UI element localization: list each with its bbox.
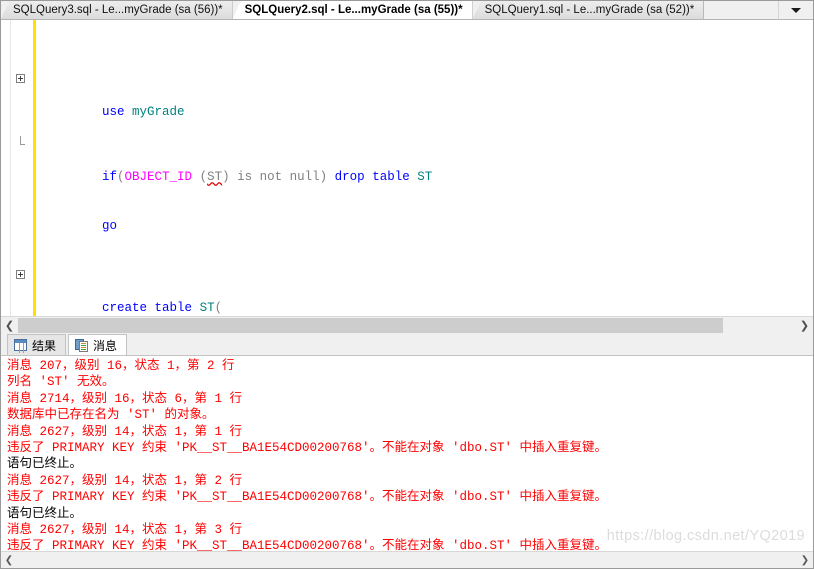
chevron-left-icon[interactable]: ❮ — [1, 553, 17, 568]
tab-results-label: 结果 — [32, 338, 57, 353]
message-line: 违反了 PRIMARY KEY 约束 'PK__ST__BA1E54CD0020… — [7, 490, 608, 505]
tab-messages-label: 消息 — [93, 338, 118, 353]
fold-toggle-icon[interactable] — [16, 270, 25, 280]
chevron-left-icon[interactable]: ❮ — [1, 317, 18, 334]
document-tab-label: SQLQuery2.sql - Le...myGrade (sa (55))* — [244, 4, 463, 16]
fold-toggle-icon[interactable] — [16, 74, 25, 84]
scrollbar-thumb[interactable] — [18, 318, 723, 333]
editor-code-area[interactable]: use myGrade if(OBJECT_ID (ST) is not nul… — [1, 20, 813, 316]
ssms-window: SQLQuery3.sql - Le...myGrade (sa (56))* … — [0, 0, 814, 569]
watermark: https://blog.csdn.net/YQ2019 — [606, 527, 805, 544]
code-line: use myGrade — [1, 71, 813, 119]
results-tab-strip: 结果 消息 — [1, 334, 813, 356]
document-tab-sqlquery3[interactable]: SQLQuery3.sql - Le...myGrade (sa (56))* — [1, 1, 233, 19]
document-tab-label: SQLQuery3.sql - Le...myGrade (sa (56))* — [13, 4, 223, 16]
message-line: 违反了 PRIMARY KEY 约束 'PK__ST__BA1E54CD0020… — [7, 440, 608, 455]
message-line: 消息 207，级别 16，状态 1，第 2 行 — [7, 359, 235, 373]
tab-list-button[interactable] — [778, 1, 813, 19]
code-line: create table ST( — [1, 267, 813, 315]
tab-results[interactable]: 结果 — [7, 334, 67, 355]
message-line: 消息 2627，级别 14，状态 1，第 2 行 — [7, 473, 243, 488]
code-line: if(OBJECT_ID (ST) is not null) drop tabl… — [1, 136, 813, 184]
chevron-right-icon[interactable]: ❯ — [796, 317, 813, 334]
scrollbar-track[interactable] — [18, 317, 796, 334]
messages-pane[interactable]: 消息 207，级别 16，状态 1，第 2 行 列名 'ST' 无效。 消息 2… — [1, 356, 813, 566]
editor-horizontal-scrollbar[interactable]: ❮ ❯ — [1, 316, 813, 334]
tab-messages[interactable]: 消息 — [68, 334, 128, 355]
tab-strip-filler — [704, 1, 778, 19]
code-line: go — [102, 219, 118, 234]
message-line: 语句已终止。 — [7, 506, 83, 521]
sql-editor[interactable]: use myGrade if(OBJECT_ID (ST) is not nul… — [1, 20, 813, 316]
document-tab-label: SQLQuery1.sql - Le...myGrade (sa (52))* — [484, 4, 695, 16]
scrollbar-track[interactable] — [17, 552, 797, 568]
message-line: 列名 'ST' 无效。 — [7, 375, 115, 390]
message-line: 消息 2627，级别 14，状态 1，第 1 行 — [7, 424, 243, 439]
message-line: 消息 2714，级别 16，状态 6，第 1 行 — [7, 391, 243, 406]
grid-icon — [14, 339, 27, 351]
document-tab-sqlquery1[interactable]: SQLQuery1.sql - Le...myGrade (sa (52))* — [472, 1, 705, 19]
document-tab-strip: SQLQuery3.sql - Le...myGrade (sa (56))* … — [1, 1, 813, 20]
message-line: 语句已终止。 — [7, 457, 83, 472]
messages-horizontal-scrollbar[interactable]: ❮ ❯ — [1, 551, 813, 568]
chevron-right-icon[interactable]: ❯ — [797, 553, 813, 568]
messages-icon — [75, 338, 89, 352]
document-tab-sqlquery2[interactable]: SQLQuery2.sql - Le...myGrade (sa (55))* — [232, 1, 473, 19]
chevron-down-icon — [791, 7, 801, 13]
fold-end-marker — [20, 136, 25, 146]
message-line: 数据库中已存在名为 'ST' 的对象。 — [7, 408, 215, 423]
